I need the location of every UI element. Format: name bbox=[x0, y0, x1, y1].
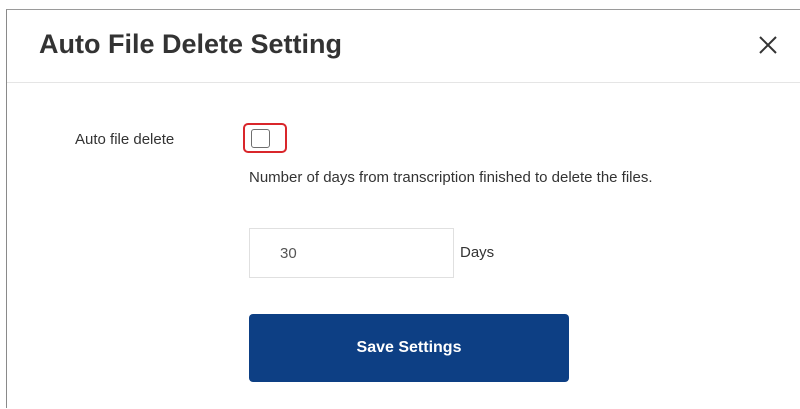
auto-file-delete-dialog: Auto File Delete Setting Auto file delet… bbox=[6, 9, 800, 408]
days-unit-label: Days bbox=[460, 244, 495, 261]
days-input[interactable] bbox=[249, 228, 454, 278]
save-settings-button[interactable]: Save Settings bbox=[249, 314, 569, 382]
close-icon bbox=[759, 36, 777, 54]
auto-file-delete-checkbox[interactable] bbox=[251, 129, 270, 148]
dialog-header: Auto File Delete Setting bbox=[7, 10, 800, 83]
dialog-body: Auto file delete Number of days from tra… bbox=[7, 83, 800, 409]
auto-delete-description: Number of days from transcription finish… bbox=[249, 169, 653, 186]
close-button[interactable] bbox=[751, 28, 785, 62]
background-content bbox=[620, 0, 800, 8]
dialog-title: Auto File Delete Setting bbox=[39, 29, 343, 59]
auto-file-delete-label: Auto file delete bbox=[75, 131, 175, 148]
